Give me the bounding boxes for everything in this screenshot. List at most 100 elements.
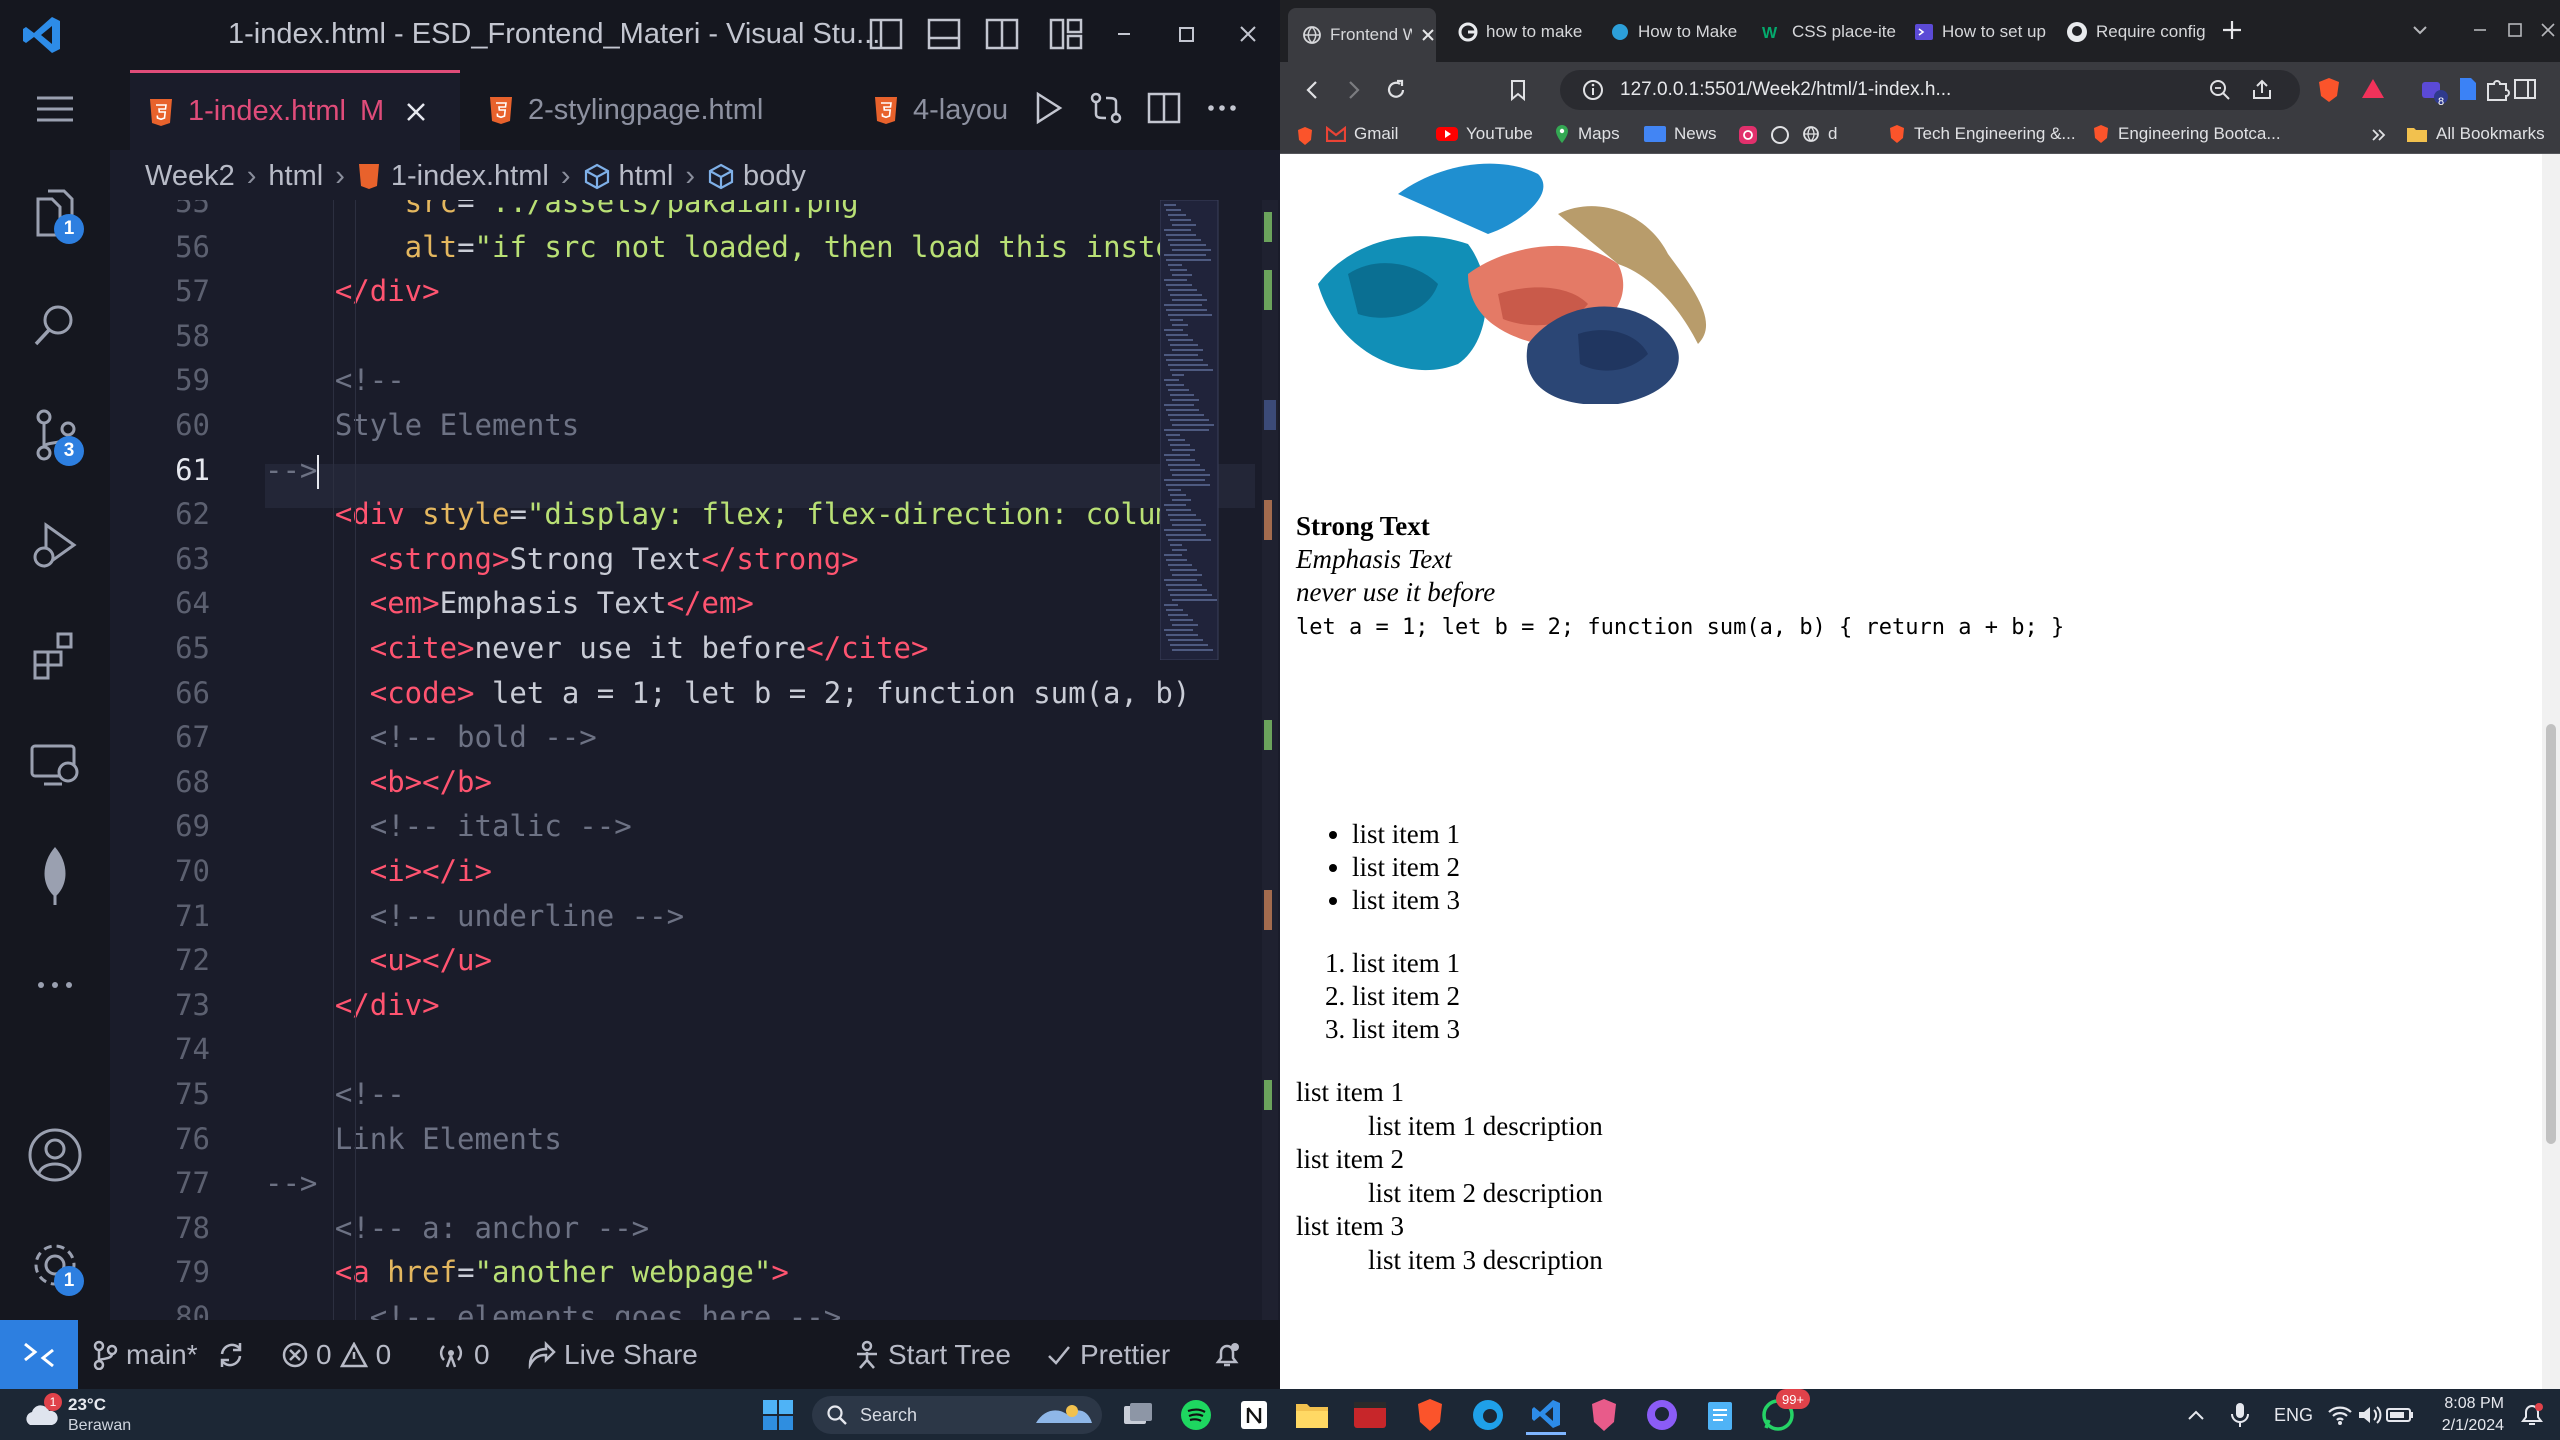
notion-icon[interactable] bbox=[1234, 1395, 1274, 1435]
browser-tab-require-config[interactable]: Require config bbox=[2056, 10, 2206, 54]
browser-minimize-icon[interactable] bbox=[2470, 20, 2490, 40]
weather-widget[interactable]: 1 23°C Berawan bbox=[22, 1393, 172, 1435]
run-debug-icon[interactable] bbox=[22, 512, 88, 578]
reload-icon[interactable] bbox=[1384, 78, 1408, 102]
breadcrumb-html-element[interactable]: html bbox=[619, 160, 674, 193]
microphone-icon[interactable] bbox=[2220, 1395, 2260, 1435]
start-windows-icon[interactable] bbox=[758, 1395, 798, 1435]
tab-4-layout[interactable]: 4-layou bbox=[855, 70, 1040, 150]
close-tab-icon[interactable] bbox=[404, 100, 428, 124]
bookmark-d[interactable]: d bbox=[1802, 124, 1837, 144]
explorer-icon[interactable]: 1 bbox=[22, 180, 88, 246]
code-line[interactable]: <i></i> bbox=[265, 854, 492, 888]
vscode-taskbar-icon[interactable] bbox=[1526, 1395, 1566, 1435]
browser-tab-css-place-items[interactable]: W CSS place-item bbox=[1752, 10, 1897, 54]
notifications-bell-icon[interactable] bbox=[1212, 1320, 1242, 1389]
editor-scrollbar[interactable] bbox=[1262, 200, 1278, 1320]
toggle-panel-icon[interactable] bbox=[926, 16, 962, 52]
scroll-thumb[interactable] bbox=[1264, 400, 1276, 430]
code-line[interactable]: src="../assets/pakaian.png" bbox=[265, 200, 876, 219]
minimize-icon[interactable] bbox=[1106, 16, 1142, 52]
task-view-icon[interactable] bbox=[1118, 1395, 1158, 1435]
bookmark-youtube[interactable]: YouTube bbox=[1436, 124, 1533, 144]
code-line[interactable]: --> bbox=[265, 453, 320, 489]
edge-like-icon[interactable] bbox=[1468, 1395, 1508, 1435]
settings-gear-icon[interactable]: 1 bbox=[22, 1232, 88, 1298]
customize-layout-icon[interactable] bbox=[1048, 16, 1084, 52]
brave-bookmark-icon[interactable] bbox=[1296, 126, 1314, 146]
problems-indicator[interactable]: 0 0 bbox=[282, 1320, 391, 1389]
openai-icon[interactable] bbox=[1770, 125, 1790, 145]
tab-1-index[interactable]: 1-index.html M bbox=[130, 70, 460, 150]
remote-indicator[interactable] bbox=[0, 1320, 78, 1389]
clock[interactable]: 8:08 PM 2/1/2024 bbox=[2434, 1393, 2504, 1437]
forward-icon[interactable] bbox=[1342, 78, 1366, 102]
address-bar[interactable]: 127.0.0.1:5501/Week2/html/1-index.h... bbox=[1560, 70, 2300, 110]
start-tree-button[interactable]: Start Tree bbox=[854, 1320, 1011, 1389]
code-line[interactable]: <em>Emphasis Text</em> bbox=[265, 586, 754, 620]
code-line[interactable]: </div> bbox=[265, 274, 440, 308]
bookmark-maps[interactable]: Maps bbox=[1554, 124, 1620, 144]
breadcrumb-html-folder[interactable]: html bbox=[268, 160, 323, 193]
accounts-icon[interactable] bbox=[22, 1122, 88, 1188]
prettier-button[interactable]: Prettier bbox=[1046, 1320, 1170, 1389]
bookmark-tech-engineering[interactable]: Tech Engineering &... bbox=[1888, 124, 2076, 144]
code-line[interactable]: --> bbox=[265, 1166, 317, 1200]
more-actions-icon[interactable] bbox=[1204, 90, 1240, 126]
code-line[interactable]: Style Elements bbox=[265, 408, 579, 442]
live-share-button[interactable]: Live Share bbox=[526, 1320, 698, 1389]
bookmark-gmail[interactable]: Gmail bbox=[1326, 124, 1398, 144]
taskbar-search[interactable]: Search bbox=[812, 1396, 1102, 1434]
puzzle-extensions-icon[interactable] bbox=[2484, 76, 2510, 102]
source-control-icon[interactable]: 3 bbox=[22, 402, 88, 468]
new-tab-icon[interactable] bbox=[2220, 18, 2244, 42]
battery-icon[interactable] bbox=[2380, 1395, 2420, 1435]
code-line[interactable]: <!-- bold --> bbox=[265, 720, 597, 754]
run-icon[interactable] bbox=[1030, 90, 1066, 126]
tab-search-chevron-icon[interactable] bbox=[2410, 20, 2430, 40]
browser-tab-how-to-set-up[interactable]: How to set up bbox=[1904, 10, 2049, 54]
code-line[interactable]: <!-- elements goes here --> bbox=[265, 1300, 841, 1320]
browser-maximize-icon[interactable] bbox=[2505, 20, 2525, 40]
code-line[interactable]: <div style="display: flex; flex-directio… bbox=[265, 497, 1191, 531]
code-line[interactable]: <!-- italic --> bbox=[265, 809, 632, 843]
browser-tab-how-to-make-2[interactable]: How to Make bbox=[1600, 10, 1745, 54]
code-line[interactable]: <!-- bbox=[265, 1077, 405, 1111]
spotify-icon[interactable] bbox=[1176, 1395, 1216, 1435]
vscode-logo-icon[interactable] bbox=[20, 13, 64, 57]
show-hidden-icons-chevron[interactable] bbox=[2176, 1395, 2216, 1435]
breadcrumb-file[interactable]: 1-index.html bbox=[391, 160, 549, 193]
compare-changes-icon[interactable] bbox=[1088, 90, 1124, 126]
code-editor[interactable]: 55 src="../assets/pakaian.png" 56 alt="if… bbox=[110, 200, 1280, 1320]
page-scroll-thumb[interactable] bbox=[2546, 724, 2556, 1144]
code-line[interactable]: <u></u> bbox=[265, 943, 492, 977]
site-info-icon[interactable] bbox=[1582, 79, 1604, 101]
browser-tab-frontend[interactable]: Frontend W bbox=[1288, 8, 1436, 62]
code-line[interactable]: <!-- a: anchor --> bbox=[265, 1211, 649, 1245]
code-line[interactable]: <!-- underline --> bbox=[265, 899, 684, 933]
code-line[interactable]: <cite>never use it before</cite> bbox=[265, 631, 929, 665]
bookmark-engineering-bootcamp[interactable]: Engineering Bootca... bbox=[2092, 124, 2281, 144]
code-line[interactable]: alt="if src not loaded, then load this i… bbox=[265, 230, 1191, 264]
back-icon[interactable] bbox=[1300, 78, 1324, 102]
brave-shields-icon[interactable] bbox=[2316, 76, 2342, 104]
notification-bell-icon[interactable] bbox=[2512, 1395, 2552, 1435]
ports-indicator[interactable]: 0 bbox=[436, 1320, 490, 1389]
breadcrumb-body-element[interactable]: body bbox=[743, 160, 806, 193]
brave-browser-icon[interactable] bbox=[1410, 1395, 1450, 1435]
mongodb-leaf-icon[interactable] bbox=[22, 842, 88, 908]
browser-tab-how-to-make[interactable]: how to make bbox=[1448, 10, 1593, 54]
notepad-icon[interactable] bbox=[1700, 1395, 1740, 1435]
extensions-icon[interactable] bbox=[22, 622, 88, 688]
browser-close-icon[interactable] bbox=[2538, 20, 2558, 40]
share-icon[interactable] bbox=[2250, 78, 2274, 102]
close-icon[interactable] bbox=[1230, 16, 1266, 52]
code-line[interactable]: <b></b> bbox=[265, 765, 492, 799]
more-bookmarks-chevron-icon[interactable] bbox=[2370, 126, 2388, 144]
terminal-app-icon[interactable] bbox=[1350, 1395, 1390, 1435]
remote-explorer-icon[interactable] bbox=[22, 732, 88, 798]
code-line[interactable]: </div> bbox=[265, 988, 440, 1022]
sidebar-toggle-icon[interactable] bbox=[2512, 76, 2538, 102]
toggle-secondary-sidebar-icon[interactable] bbox=[984, 16, 1020, 52]
split-editor-icon[interactable] bbox=[1146, 90, 1182, 126]
